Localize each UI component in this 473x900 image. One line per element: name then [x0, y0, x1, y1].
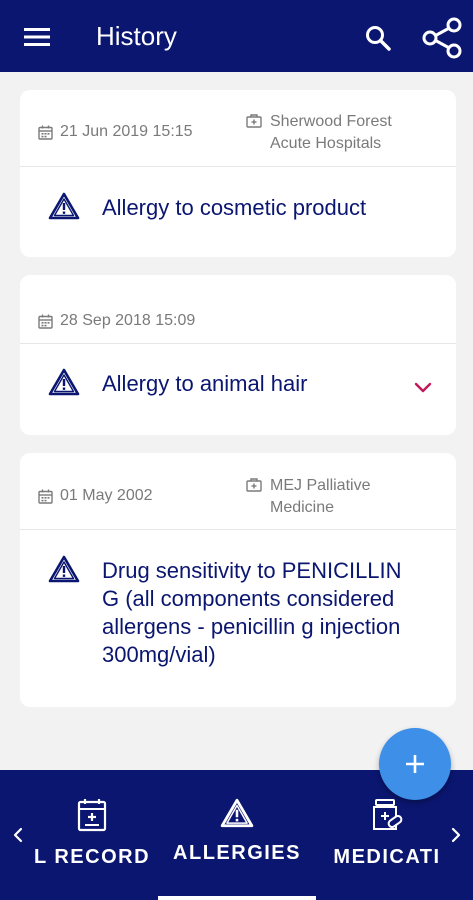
warning-triangle-icon: [48, 368, 80, 396]
chevron-left-icon: [13, 827, 23, 843]
share-button[interactable]: [416, 12, 468, 64]
record-location: Sherwood Forest Acute Hospitals: [246, 111, 392, 155]
tab-allergies[interactable]: ALLERGIES: [173, 798, 301, 865]
warning-triangle-icon: [48, 192, 80, 220]
share-icon: [422, 17, 462, 59]
add-button[interactable]: [379, 728, 451, 800]
record-card: 01 May 2002 MEJ Palliative Medicine Drug…: [20, 453, 456, 707]
tab-medications[interactable]: MEDICATI: [330, 798, 444, 869]
active-tab-indicator: [158, 896, 316, 900]
menu-icon: [24, 28, 50, 46]
calendar-icon: [38, 489, 53, 504]
warning-triangle-icon: [220, 798, 254, 828]
calendar-icon: [38, 314, 53, 329]
hospital-icon: [246, 478, 262, 492]
record-date: 21 Jun 2019 15:15: [38, 123, 193, 141]
nav-prev-button[interactable]: [8, 822, 28, 848]
allergy-title: Drug sensitivity to PENICILLIN G (all co…: [102, 557, 402, 669]
plus-icon: [406, 755, 424, 773]
record-location-line: MEJ Palliative: [270, 477, 371, 494]
calendar-icon: [38, 125, 53, 140]
chevron-right-icon: [451, 827, 461, 843]
allergy-entry[interactable]: Allergy to animal hair: [20, 344, 456, 435]
record-location: MEJ Palliative Medicine: [246, 475, 370, 519]
record-location-line: Acute Hospitals: [270, 135, 382, 152]
tab-medical-record[interactable]: L RECORD: [32, 798, 152, 869]
record-meta: 21 Jun 2019 15:15 Sherwood Forest Acute …: [20, 90, 456, 167]
warning-triangle-icon: [48, 555, 80, 583]
allergy-entry[interactable]: Allergy to cosmetic product: [20, 167, 456, 257]
record-date: 28 Sep 2018 15:09: [38, 312, 195, 330]
search-icon: [366, 26, 391, 51]
record-date-text: 01 May 2002: [60, 487, 153, 504]
record-card: 28 Sep 2018 15:09 Allergy to animal hair: [20, 275, 456, 435]
tab-label: L RECORD: [33, 846, 151, 868]
record-meta: 28 Sep 2018 15:09: [20, 275, 456, 344]
record-location-line: Sherwood Forest: [270, 113, 392, 130]
medication-icon: [373, 799, 403, 830]
hospital-icon: [246, 114, 262, 128]
tab-label: ALLERGIES: [173, 842, 301, 864]
allergy-title-line: Drug sensitivity to PENICILLIN: [102, 558, 402, 583]
allergy-title-line: allergens - penicillin g injection: [102, 614, 401, 639]
tab-label: MEDICATI: [333, 846, 441, 868]
menu-button[interactable]: [18, 20, 56, 54]
allergy-title-line: G (all components considered: [102, 586, 395, 611]
record-card: 21 Jun 2019 15:15 Sherwood Forest Acute …: [20, 90, 456, 257]
record-date: 01 May 2002: [38, 487, 153, 505]
nav-next-button[interactable]: [446, 822, 466, 848]
allergy-title: Allergy to cosmetic product: [102, 195, 367, 220]
allergy-title-line: 300mg/vial): [102, 642, 216, 667]
record-meta: 01 May 2002 MEJ Palliative Medicine: [20, 453, 456, 530]
page-title: History: [96, 21, 177, 51]
record-date-text: 28 Sep 2018 15:09: [60, 312, 196, 329]
allergy-entry[interactable]: Drug sensitivity to PENICILLIN G (all co…: [20, 530, 456, 707]
search-button[interactable]: [358, 18, 398, 58]
record-location-line: Medicine: [270, 499, 335, 516]
medical-record-icon: [77, 799, 107, 832]
record-date-text: 21 Jun 2019 15:15: [60, 123, 193, 140]
app-bar: History: [0, 0, 473, 72]
allergy-title: Allergy to animal hair: [102, 371, 308, 396]
chevron-down-icon[interactable]: [414, 382, 432, 394]
